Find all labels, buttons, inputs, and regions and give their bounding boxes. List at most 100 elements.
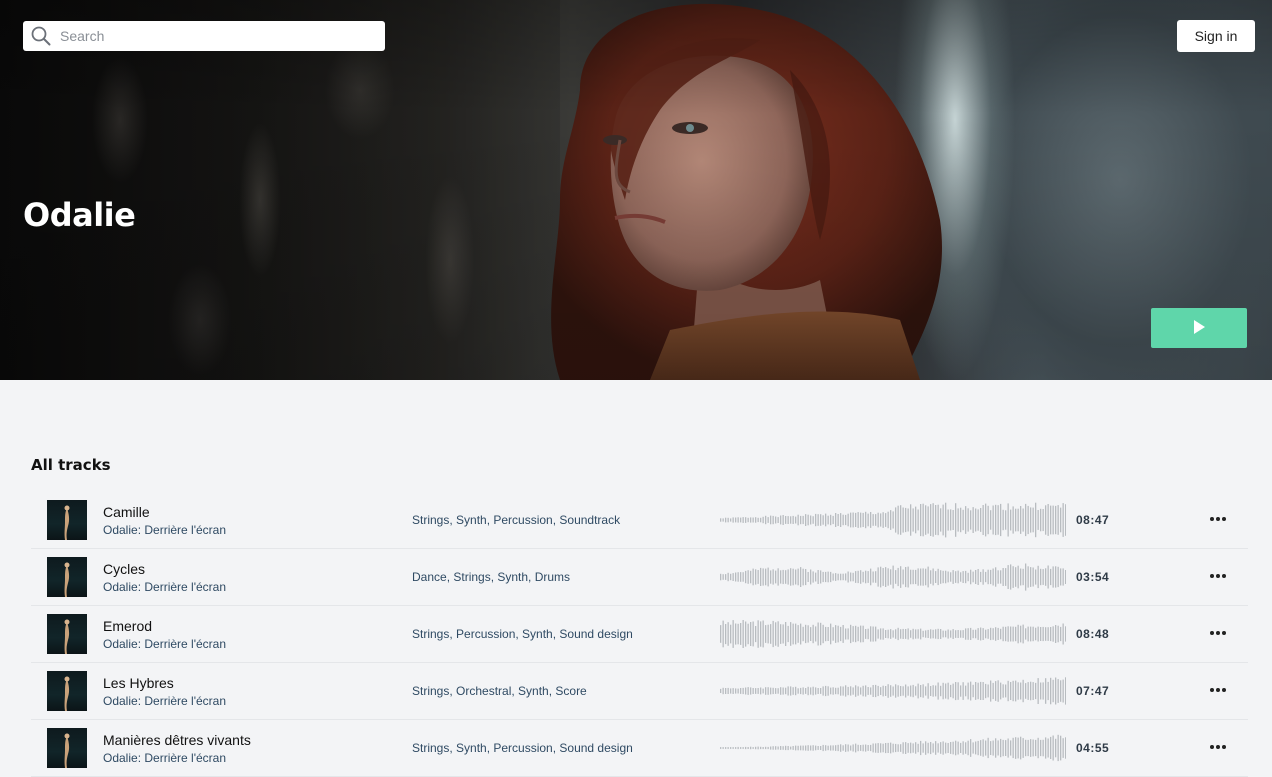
waveform-bar — [732, 688, 734, 694]
waveform-bar — [957, 570, 959, 584]
waveform-bar — [767, 746, 769, 750]
waveform-bar — [857, 626, 859, 642]
track-tags: Dance, Strings, Synth, Drums — [412, 570, 571, 584]
waveform-bar — [862, 512, 864, 527]
waveform-bar — [1002, 568, 1004, 586]
waveform-bar — [845, 514, 847, 526]
waveform-bar — [1032, 507, 1034, 533]
waveform-bar — [767, 517, 769, 523]
sign-in-button[interactable]: Sign in — [1177, 20, 1255, 52]
waveform-bar — [1042, 626, 1044, 642]
waveform-bar — [1022, 508, 1024, 532]
waveform-bar — [1002, 509, 1004, 531]
waveform-bar — [722, 687, 724, 695]
waveform-bar — [805, 569, 807, 586]
waveform-bar — [735, 747, 737, 749]
waveform-bar — [777, 568, 779, 586]
track-waveform[interactable] — [720, 730, 1066, 766]
waveform-bar — [967, 572, 969, 582]
waveform-bar — [730, 518, 732, 522]
search-input[interactable] — [60, 28, 360, 44]
waveform-bar — [977, 628, 979, 640]
waveform-bar — [760, 567, 762, 586]
track-row[interactable]: Cycles Odalie: Derrière l'écran Dance, S… — [31, 549, 1248, 606]
more-options-button[interactable] — [1207, 737, 1229, 757]
waveform-bar — [980, 571, 982, 583]
waveform-bar — [977, 569, 979, 585]
more-options-button[interactable] — [1207, 623, 1229, 643]
track-title[interactable]: Manières dêtres vivants — [103, 732, 251, 748]
track-waveform[interactable] — [720, 673, 1066, 709]
waveform-bar — [867, 628, 869, 640]
track-album[interactable]: Odalie: Derrière l'écran — [103, 637, 226, 651]
track-title[interactable]: Emerod — [103, 618, 152, 634]
waveform-bar — [815, 745, 817, 751]
waveform-bar — [850, 572, 852, 582]
waveform-bar — [855, 743, 857, 753]
track-cover — [47, 671, 87, 711]
waveform-bar — [1035, 569, 1037, 585]
waveform-bar — [907, 628, 909, 640]
track-title[interactable]: Les Hybres — [103, 675, 174, 691]
track-row[interactable]: Camille Odalie: Derrière l'écran Strings… — [31, 492, 1248, 549]
waveform-bar — [1037, 626, 1039, 642]
play-all-button[interactable] — [1151, 308, 1247, 348]
waveform-bar — [745, 746, 747, 750]
more-options-button[interactable] — [1207, 566, 1229, 586]
more-options-icon — [1210, 517, 1226, 521]
waveform-bar — [832, 573, 834, 581]
waveform-bar — [882, 685, 884, 697]
waveform-bar — [1027, 739, 1029, 757]
more-options-button[interactable] — [1207, 509, 1229, 529]
track-row[interactable]: Manières dêtres vivants Odalie: Derrière… — [31, 720, 1248, 777]
waveform-bar — [807, 745, 809, 751]
waveform-bar — [935, 505, 937, 535]
track-album[interactable]: Odalie: Derrière l'écran — [103, 751, 226, 765]
waveform-bar — [782, 687, 784, 695]
waveform-bar — [860, 745, 862, 751]
track-row[interactable]: Emerod Odalie: Derrière l'écran Strings,… — [31, 606, 1248, 663]
track-waveform[interactable] — [720, 502, 1066, 538]
track-album[interactable]: Odalie: Derrière l'écran — [103, 523, 226, 537]
waveform-bar — [902, 686, 904, 696]
waveform-bar — [732, 747, 734, 749]
waveform-bar — [815, 687, 817, 695]
waveform-bar — [727, 687, 729, 694]
track-album[interactable]: Odalie: Derrière l'écran — [103, 694, 226, 708]
waveform-bar — [1015, 508, 1017, 532]
waveform-bar — [887, 629, 889, 639]
track-row[interactable]: Les Hybres Odalie: Derrière l'écran Stri… — [31, 663, 1248, 720]
waveform-bar — [745, 687, 747, 695]
waveform-bar — [785, 687, 787, 695]
waveform-bar — [1040, 682, 1042, 700]
track-tags: Strings, Synth, Percussion, Sound design — [412, 741, 633, 755]
waveform-bar — [1035, 502, 1037, 538]
waveform-bar — [967, 628, 969, 640]
waveform-bar — [1002, 684, 1004, 698]
waveform-bar — [1012, 506, 1014, 534]
track-waveform[interactable] — [720, 559, 1066, 595]
waveform-bar — [732, 620, 734, 648]
waveform-bar — [997, 680, 999, 702]
track-title[interactable]: Cycles — [103, 561, 145, 577]
waveform-bar — [1020, 625, 1022, 643]
track-title[interactable]: Camille — [103, 504, 150, 520]
waveform-bar — [777, 746, 779, 750]
waveform-bar — [827, 571, 829, 583]
waveform-bar — [997, 505, 999, 535]
waveform-bar — [845, 685, 847, 697]
search-bar[interactable] — [23, 21, 385, 51]
waveform-bar — [990, 680, 992, 702]
waveform-bar — [757, 620, 759, 648]
waveform-bar — [737, 517, 739, 523]
track-waveform[interactable] — [720, 616, 1066, 652]
waveform-bar — [877, 512, 879, 528]
track-album[interactable]: Odalie: Derrière l'écran — [103, 580, 226, 594]
waveform-bar — [865, 511, 867, 529]
waveform-bar — [1040, 568, 1042, 586]
waveform-bar — [982, 569, 984, 585]
more-options-button[interactable] — [1207, 680, 1229, 700]
waveform-bar — [957, 508, 959, 532]
waveform-bar — [1057, 505, 1059, 535]
waveform-bar — [1017, 508, 1019, 532]
